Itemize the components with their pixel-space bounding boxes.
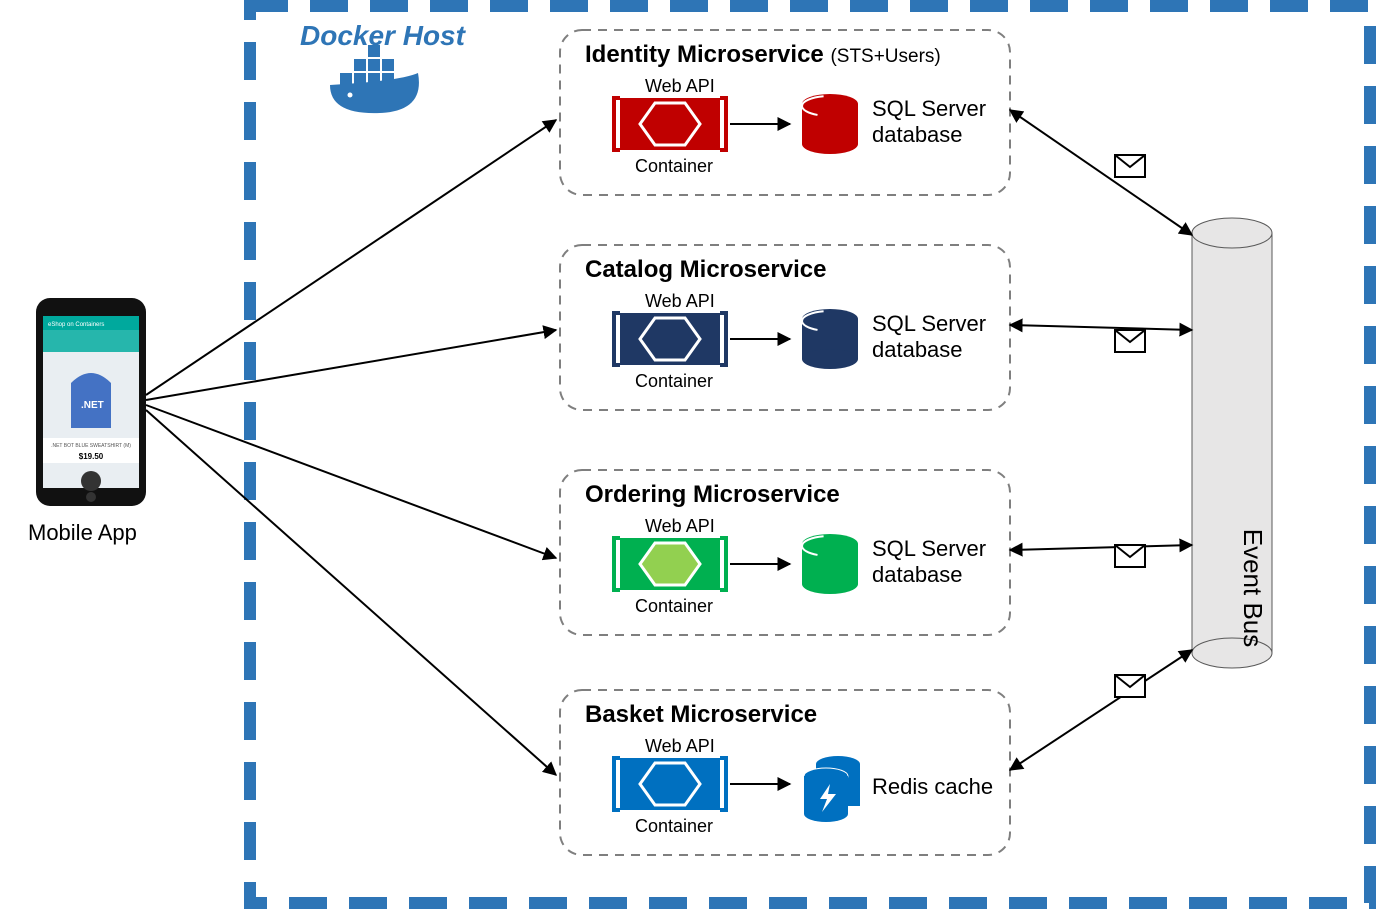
datastore-label: Redis cache bbox=[872, 774, 993, 799]
svg-text:.NET: .NET bbox=[81, 400, 104, 411]
microservice-box: Ordering Microservice Web API Container SQ… bbox=[560, 470, 1010, 635]
mobile-app-label: Mobile App bbox=[28, 520, 137, 545]
redis-cache-icon bbox=[804, 756, 860, 822]
service-title: Identity Microservice (STS+Users) bbox=[585, 41, 941, 68]
envelope-icon bbox=[1115, 155, 1145, 177]
container-icon bbox=[614, 98, 726, 150]
service-title: Basket Microservice bbox=[585, 701, 817, 728]
container-label: Container bbox=[635, 156, 713, 176]
service-title: Ordering Microservice bbox=[585, 481, 840, 508]
svg-text:database: database bbox=[872, 337, 963, 362]
container-icon bbox=[614, 313, 726, 365]
container-label: Container bbox=[635, 816, 713, 836]
phone-app-title: eShop on Containers bbox=[48, 322, 104, 328]
database-icon bbox=[802, 94, 858, 154]
event-bus-label: Event Bus bbox=[1238, 529, 1268, 648]
envelope-icon bbox=[1115, 330, 1145, 352]
database-icon bbox=[802, 534, 858, 594]
service-title: Catalog Microservice bbox=[585, 256, 826, 283]
web-api-label: Web API bbox=[645, 516, 715, 536]
container-icon bbox=[614, 538, 726, 590]
datastore-label: SQL Server bbox=[872, 96, 986, 121]
event-bus: Event Bus bbox=[1192, 218, 1272, 668]
docker-whale-icon bbox=[330, 45, 419, 113]
mobile-phone: eShop on Containers .NET .NET BOT BLUE S… bbox=[36, 298, 146, 506]
phone-product: .NET BOT BLUE SWEATSHIRT (M) bbox=[51, 443, 131, 449]
microservice-box: Identity Microservice (STS+Users) Web API… bbox=[560, 30, 1010, 195]
architecture-diagram: Docker Host eShop on Containers .NET .NE… bbox=[0, 0, 1378, 909]
phone-price: $19.50 bbox=[79, 452, 104, 461]
container-label: Container bbox=[635, 596, 713, 616]
container-label: Container bbox=[635, 371, 713, 391]
datastore-label: SQL Server bbox=[872, 311, 986, 336]
datastore-label: SQL Server bbox=[872, 536, 986, 561]
web-api-label: Web API bbox=[645, 76, 715, 96]
container-icon bbox=[614, 758, 726, 810]
envelope-icon bbox=[1115, 675, 1145, 697]
envelope-icon bbox=[1115, 545, 1145, 567]
svg-text:database: database bbox=[872, 562, 963, 587]
svg-text:database: database bbox=[872, 122, 963, 147]
web-api-label: Web API bbox=[645, 291, 715, 311]
database-icon bbox=[802, 309, 858, 369]
docker-host-label: Docker Host bbox=[300, 20, 467, 51]
microservice-box: Catalog Microservice Web API Container SQL… bbox=[560, 245, 1010, 410]
microservice-box: Basket Microservice Web API Container Redi… bbox=[560, 690, 1010, 855]
web-api-label: Web API bbox=[645, 736, 715, 756]
